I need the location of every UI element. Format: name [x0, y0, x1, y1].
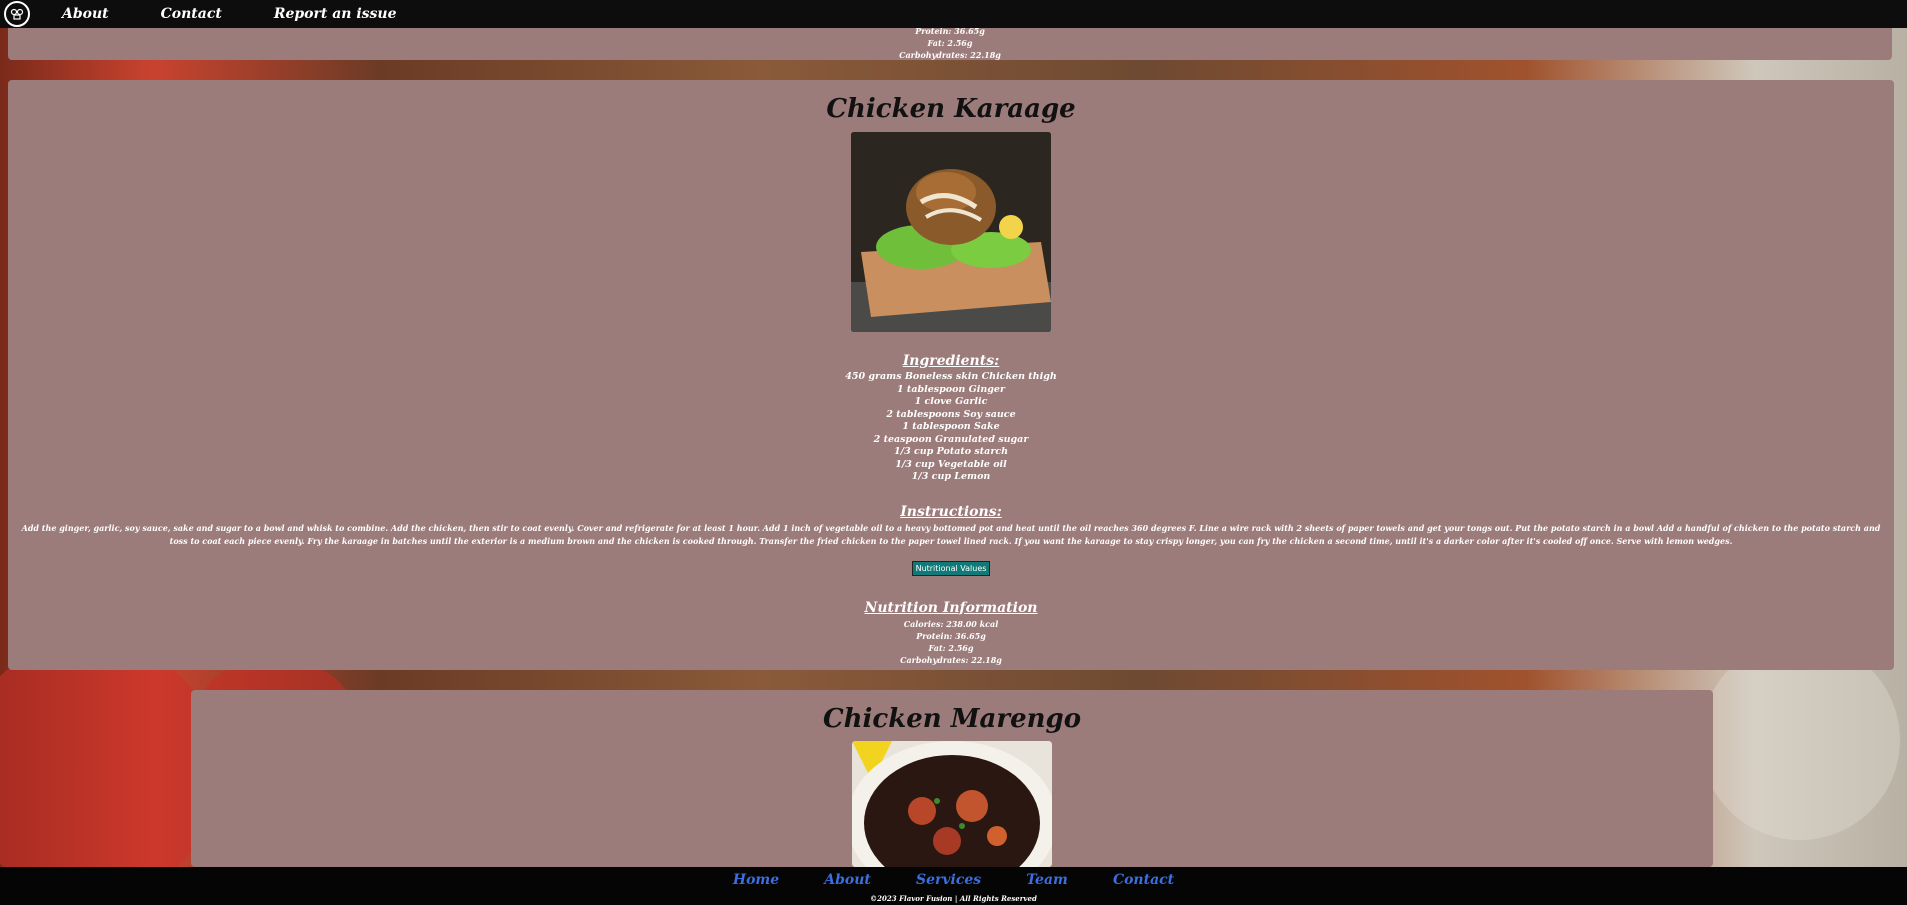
page-footer: Home About Services Team Contact ©2023 F…: [0, 867, 1907, 905]
nutrition-fat: Fat: 2.56g: [928, 642, 974, 653]
karaage-photo: [851, 132, 1051, 332]
nav-contact-link[interactable]: Contact: [161, 6, 222, 22]
ingredients-heading: Ingredients:: [902, 353, 1000, 369]
ingredient-item: 1/3 cup Lemon: [911, 471, 991, 482]
karaage-photo-svg: [851, 132, 1051, 332]
prev-nutrition-fat: Fat: 2.56g: [927, 38, 973, 48]
nutrition-carbs: Carbohydrates: 22.18g: [900, 654, 1002, 665]
ingredient-item: 1 tablespoon Sake: [902, 421, 1000, 432]
nutritional-values-button[interactable]: Nutritional Values: [911, 560, 991, 576]
ingredient-item: 1/3 cup Potato starch: [893, 446, 1009, 457]
footer-team-link[interactable]: Team: [1026, 872, 1068, 888]
recipe-title: Chicken Marengo: [822, 704, 1082, 734]
nutrition-heading: Nutrition Information: [864, 599, 1038, 616]
footer-contact-link[interactable]: Contact: [1113, 872, 1174, 888]
ingredient-item: 450 grams Boneless skin Chicken thigh: [845, 371, 1057, 382]
nav-about-link[interactable]: About: [62, 6, 109, 22]
ingredient-item: 2 tablespoons Soy sauce: [886, 408, 1016, 420]
ingredient-item: 1 clove Garlic: [914, 396, 988, 407]
nav-report-issue-link[interactable]: Report an issue: [274, 6, 397, 22]
recipe-card-marengo: Chicken Marengo: [191, 690, 1713, 867]
recipe-title: Chicken Karaage: [826, 94, 1076, 124]
prev-nutrition-carbs: Carbohydrates: 22.18g: [899, 50, 1001, 60]
chef-hat-icon[interactable]: [4, 1, 30, 27]
chef-hat-icon-svg: [10, 8, 24, 20]
copyright-text: ©2023 Flavor Fusion | All Rights Reserve…: [870, 894, 1037, 903]
ingredient-item: 1 tablespoon Ginger: [897, 383, 1005, 395]
background-garlic: [1700, 640, 1900, 840]
marengo-photo-svg: [852, 741, 1052, 867]
nutrition-calories: Calories: 238.00 kcal: [903, 618, 999, 629]
ingredient-item: 2 teaspoon Granulated sugar: [873, 433, 1029, 445]
ingredient-item: 1/3 cup Vegetable oil: [895, 458, 1007, 470]
top-navbar: About Contact Report an issue: [0, 0, 1907, 28]
footer-nav: Home About Services Team Contact: [0, 867, 1907, 888]
marengo-photo: [852, 741, 1052, 867]
instructions-heading: Instructions:: [900, 503, 1002, 520]
background-tomato: [0, 640, 220, 900]
nutrition-protein: Protein: 36.65g: [916, 630, 986, 641]
instructions-text: Add the ginger, garlic, soy sauce, sake …: [21, 522, 1881, 546]
footer-home-link[interactable]: Home: [733, 872, 779, 888]
recipe-card-karaage: Chicken Karaage Ingredients: 450 grams B…: [8, 80, 1894, 670]
footer-services-link[interactable]: Services: [916, 872, 981, 888]
footer-about-link[interactable]: About: [824, 872, 871, 888]
